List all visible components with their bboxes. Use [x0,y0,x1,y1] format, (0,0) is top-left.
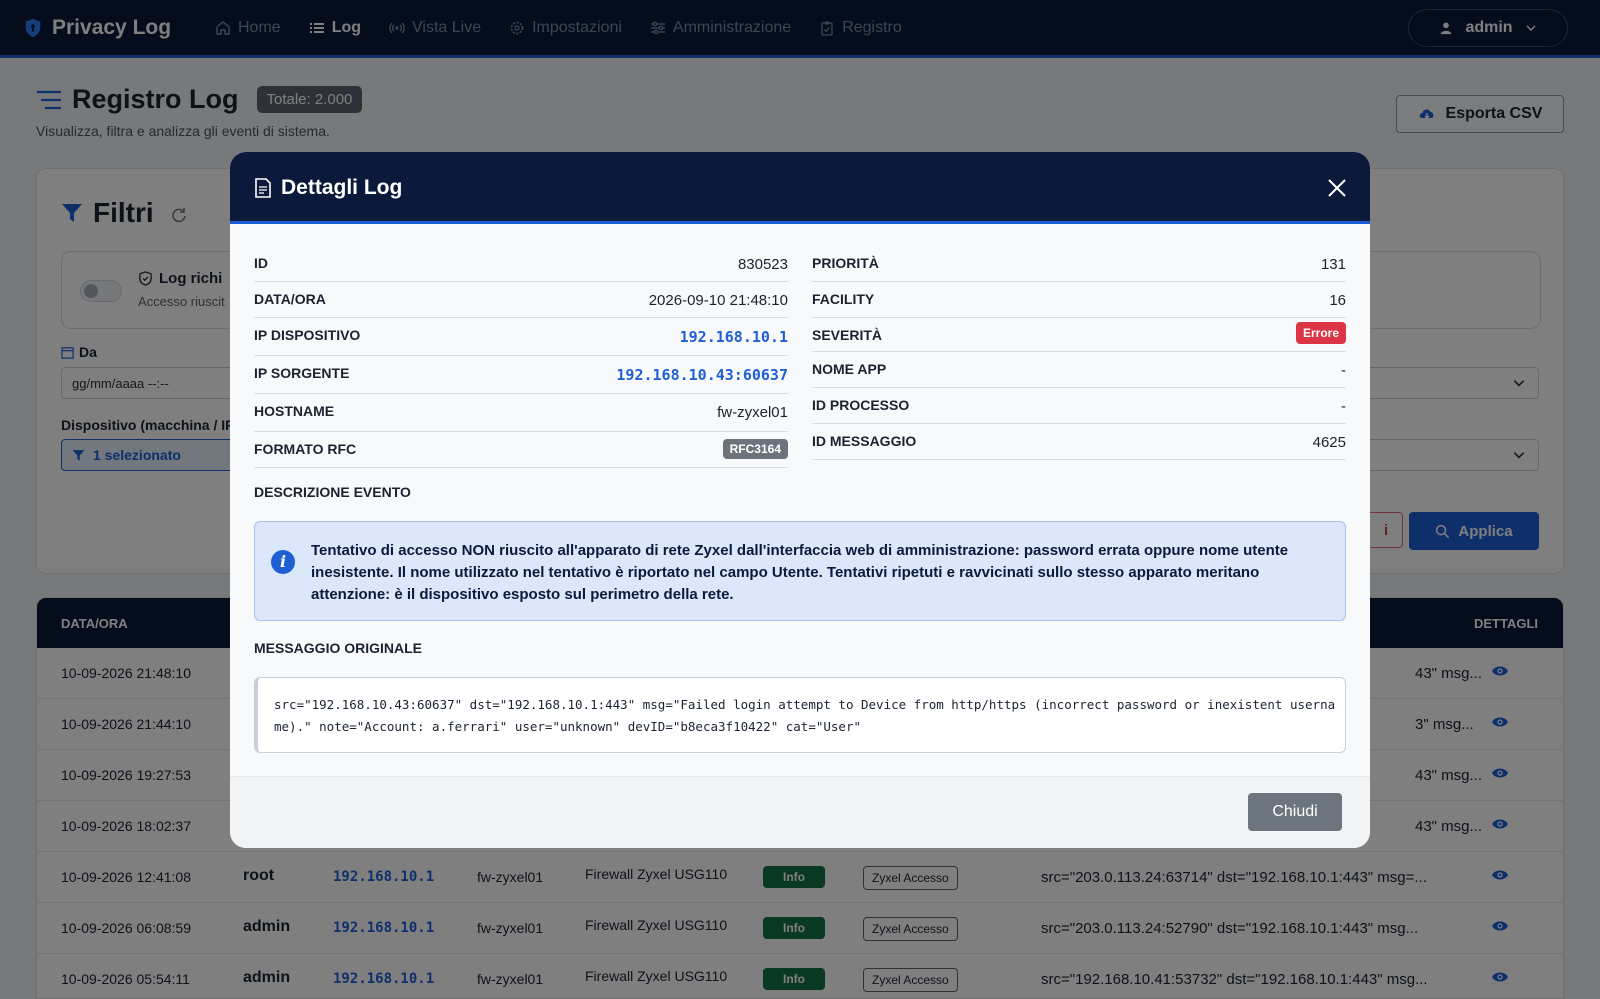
detail-value: - [1341,362,1346,379]
detail-value: - [1341,398,1346,415]
info-icon: i [271,550,295,574]
detail-row: IP SORGENTE 192.168.10.43:60637 [254,356,788,394]
detail-key: DATA/ORA [254,291,326,307]
log-details-modal: Dettagli Log ID 830523 DATA/ORA 2026-09-10 … [230,152,1370,848]
detail-key: ID [254,255,268,271]
detail-row: HOSTNAME fw-zyxel01 [254,394,788,432]
detail-value: 830523 [737,256,788,273]
detail-row: PRIORITÀ 131 [812,246,1346,282]
severity-error-badge: Errore [1295,322,1346,344]
detail-row: FACILITY 16 [812,282,1346,318]
close-button[interactable]: Chiudi [1248,793,1342,831]
detail-row: ID MESSAGGIO 4625 [812,424,1346,460]
detail-row: SEVERITÀ Errore [812,318,1346,352]
detail-value: Errore [1295,322,1346,344]
raw-message-box: src="192.168.10.43:60637" dst="192.168.1… [254,677,1346,753]
detail-value[interactable]: 192.168.10.1 [680,328,788,346]
detail-key: FORMATO RFC [254,441,357,457]
detail-row: ID PROCESSO - [812,388,1346,424]
detail-key: IP SORGENTE [254,365,350,381]
rfc-badge: RFC3164 [722,439,788,459]
detail-row: ID 830523 [254,246,788,282]
detail-value: 2026-09-10 21:48:10 [648,292,788,309]
modal-title-text: Dettagli Log [281,176,403,199]
detail-key: SEVERITÀ [812,327,883,343]
detail-value: fw-zyxel01 [717,404,788,421]
detail-row: FORMATO RFC RFC3164 [254,432,788,468]
raw-message-text[interactable]: src="192.168.10.43:60637" dst="192.168.1… [274,694,1336,738]
detail-value[interactable]: 192.168.10.43:60637 [616,366,788,384]
details-left-column: ID 830523 DATA/ORA 2026-09-10 21:48:10 IP DI… [254,246,788,468]
detail-key: PRIORITÀ [812,255,879,271]
details-right-column: PRIORITÀ 131 FACILITY 16 SEVERITÀ Errore NOME … [812,246,1346,460]
detail-key: IP DISPOSITIVO [254,327,361,343]
detail-value: 4625 [1312,434,1346,451]
detail-key: HOSTNAME [254,403,335,419]
detail-key: FACILITY [812,291,875,307]
close-icon[interactable] [1326,177,1348,199]
raw-message-title: MESSAGGIO ORIGINALE [254,640,423,656]
detail-row: NOME APP - [812,352,1346,388]
document-icon [255,178,271,198]
description-title: DESCRIZIONE EVENTO [254,484,411,500]
description-text: Tentativo di accesso NON riuscito all'ap… [311,542,1289,603]
detail-key: ID PROCESSO [812,397,910,413]
detail-key: ID MESSAGGIO [812,433,917,449]
detail-key: NOME APP [812,361,887,377]
detail-value: 131 [1320,256,1346,273]
detail-row: DATA/ORA 2026-09-10 21:48:10 [254,282,788,318]
modal-header: Dettagli Log [230,152,1370,224]
detail-value: RFC3164 [722,439,788,459]
description-box: i Tentativo di accesso NON riuscito all'… [254,521,1346,621]
detail-row: IP DISPOSITIVO 192.168.10.1 [254,318,788,356]
modal-footer: Chiudi [230,776,1370,848]
detail-value: 16 [1329,292,1346,309]
modal-title: Dettagli Log [254,176,402,200]
